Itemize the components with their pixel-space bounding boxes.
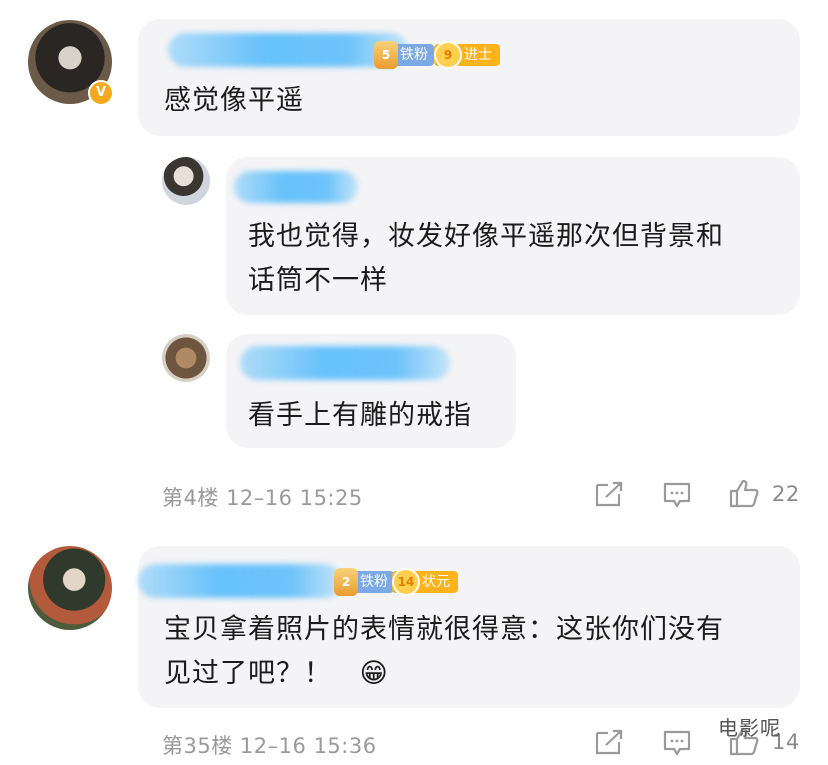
comment-icon[interactable] [662, 480, 692, 510]
watermark: 电影呢 [718, 716, 781, 740]
fan-badge-label: 铁粉 [400, 47, 428, 63]
comment-bubble[interactable]: 2 铁粉 14 状元 宝贝拿着照片的表情就很得意：这张你们没有 见过了吧？！ 😁 [138, 546, 800, 708]
rank-badge[interactable]: 14 状元 [392, 568, 458, 596]
like-icon[interactable] [728, 478, 760, 508]
comment-icon[interactable] [662, 728, 692, 758]
username-redacted[interactable] [234, 171, 358, 203]
reply-bubble[interactable]: 我也觉得，妆发好像平遥那次但背景和 话筒不一样 [226, 157, 800, 315]
comment-time: 15:36 [313, 734, 377, 758]
rank-level-icon: 14 [392, 568, 420, 596]
floor-number: 第4楼 [162, 486, 219, 510]
fan-badge[interactable]: 5 铁粉 [374, 41, 434, 69]
rank-level-icon: 9 [434, 41, 462, 69]
comment-text-line: 宝贝拿着照片的表情就很得意：这张你们没有 [164, 614, 724, 645]
comment-date: 12–16 [239, 734, 307, 758]
grin-emoji-icon: 😁 [359, 658, 389, 689]
reply-avatar[interactable] [162, 334, 210, 382]
fan-badge[interactable]: 2 铁粉 [334, 568, 394, 596]
verified-badge-icon: V [88, 80, 114, 106]
comment-text-line-content: 见过了吧？！ [164, 658, 332, 689]
username-redacted[interactable] [138, 564, 342, 598]
comment-meta: 第35楼 12–16 15:36 [162, 730, 377, 760]
like-count: 22 [772, 482, 800, 506]
reply-bubble[interactable]: 看手上有雕的戒指 [226, 334, 516, 448]
username-redacted[interactable] [168, 33, 408, 67]
comment-bubble[interactable]: 5 铁粉 9 进士 感觉像平遥 [138, 19, 800, 136]
reply-text-line: 我也觉得，妆发好像平遥那次但背景和 [248, 221, 724, 252]
floor-number: 第35楼 [162, 734, 233, 758]
fan-level-icon: 2 [334, 568, 358, 596]
rank-badge-label: 进士 [464, 47, 492, 63]
reply-avatar[interactable] [162, 157, 210, 205]
comment-date: 12–16 [226, 486, 293, 510]
avatar[interactable] [28, 546, 112, 630]
share-icon[interactable] [594, 480, 624, 508]
comment-meta: 第4楼 12–16 15:25 [162, 482, 363, 512]
comment-text: 感觉像平遥 [164, 85, 304, 116]
rank-badge-label: 状元 [422, 574, 450, 590]
rank-badge[interactable]: 9 进士 [434, 41, 500, 69]
comment-time: 15:25 [299, 486, 363, 510]
comment-text-line: 见过了吧？！ 😁 [164, 652, 389, 696]
fan-badge-label: 铁粉 [360, 574, 388, 590]
reply-text-line: 话筒不一样 [248, 265, 388, 296]
share-icon[interactable] [594, 728, 624, 756]
fan-level-icon: 5 [374, 41, 398, 69]
username-redacted[interactable] [240, 346, 450, 380]
reply-text-line: 看手上有雕的戒指 [248, 400, 472, 431]
